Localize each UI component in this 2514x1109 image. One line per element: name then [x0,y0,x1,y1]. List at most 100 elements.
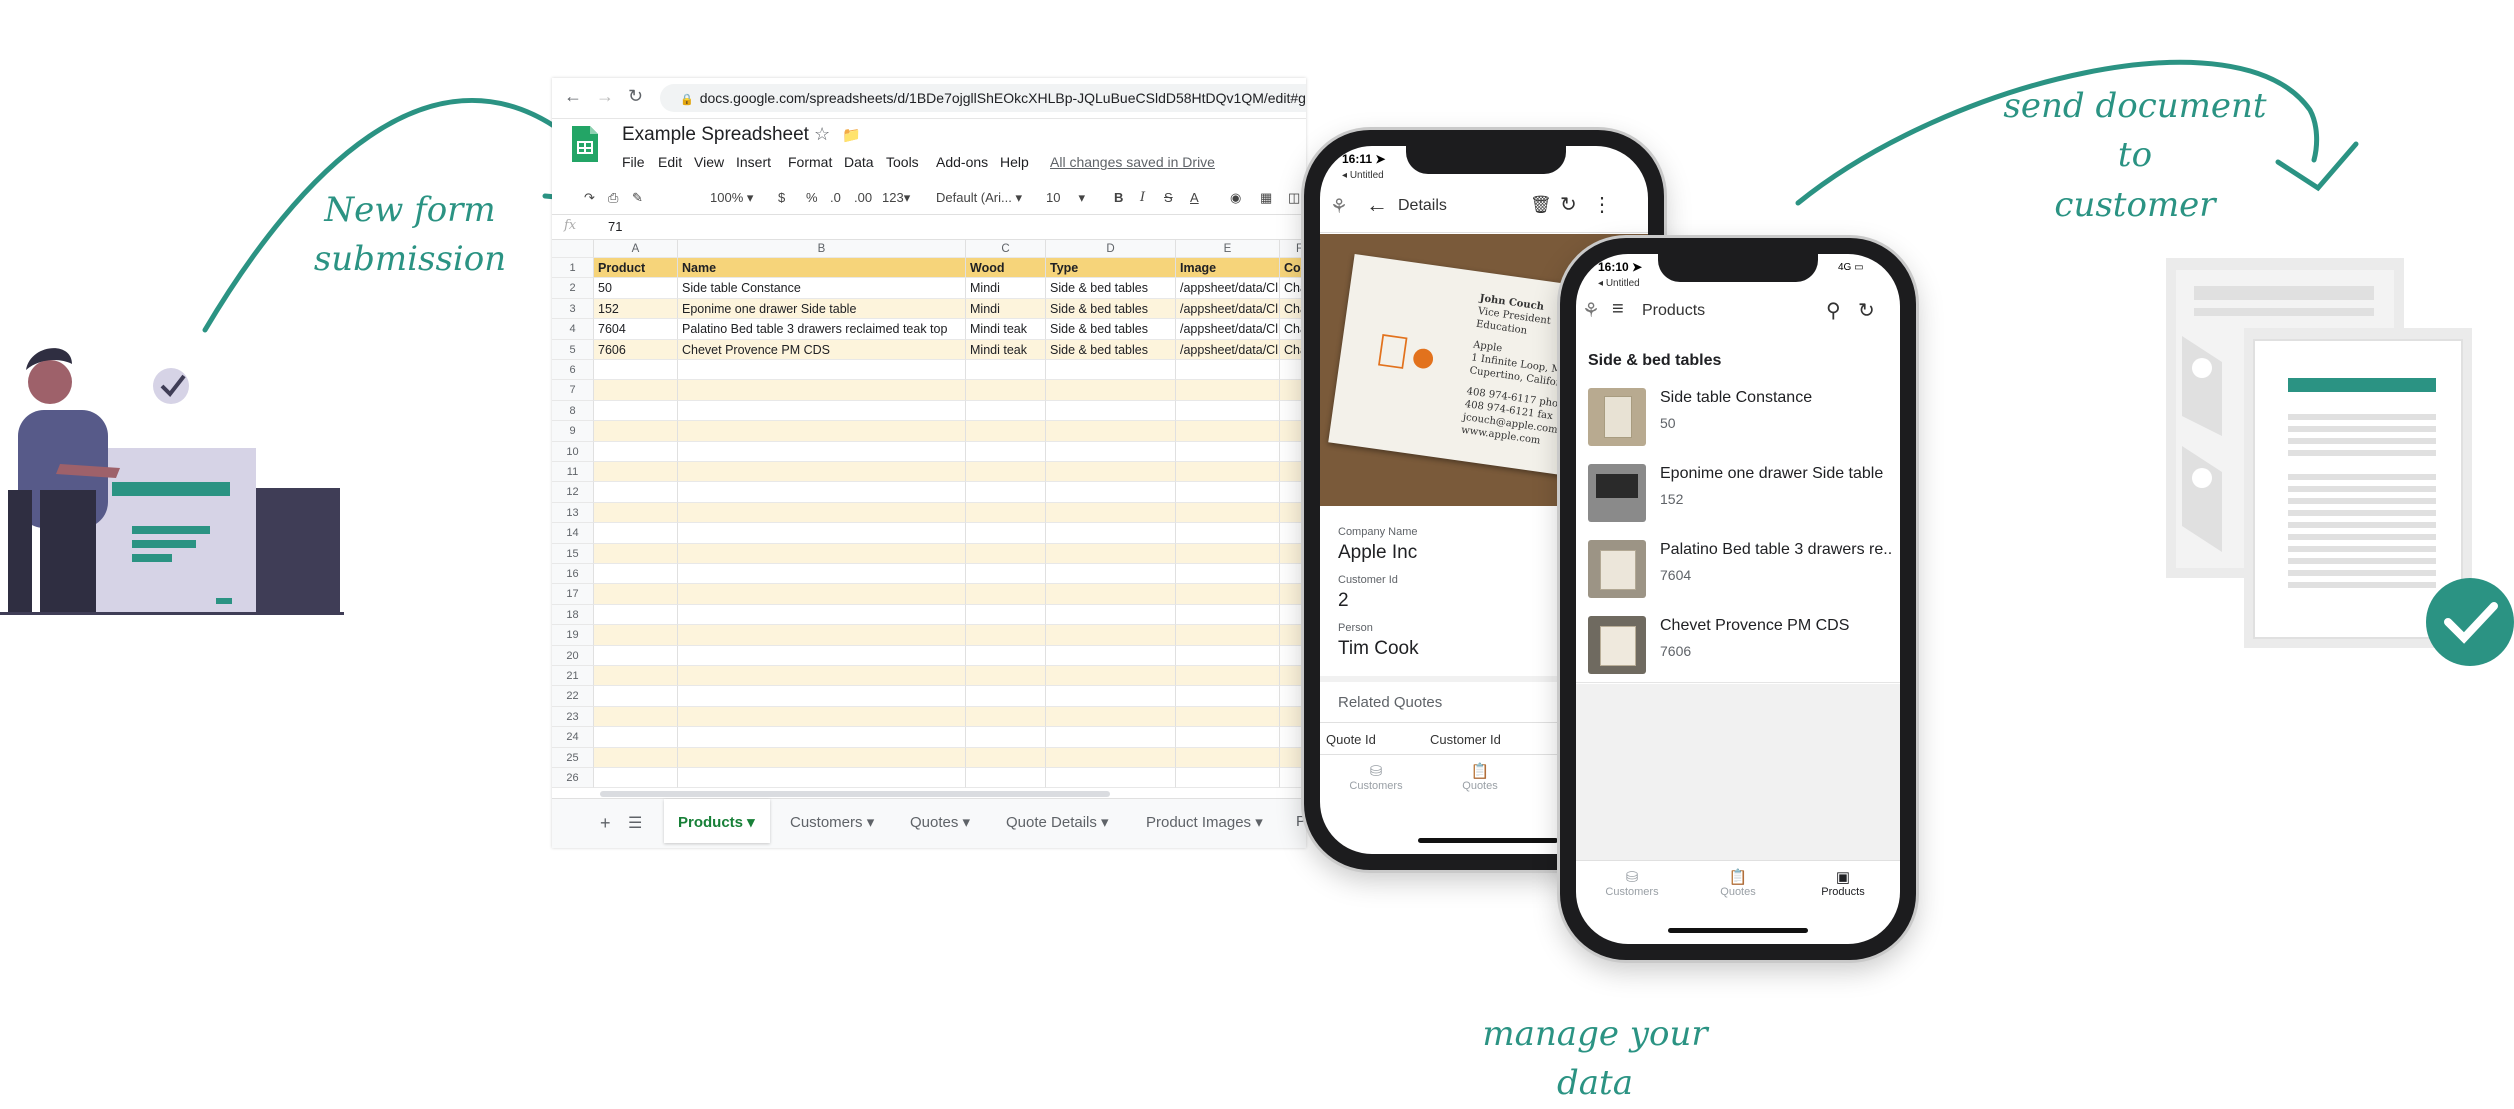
nav-customers[interactable]: ⛁ Customers [1590,868,1674,898]
table-cell[interactable]: /appsheet/data/Cl [1176,319,1280,340]
zoom-select[interactable]: 100% ▾ [710,190,753,206]
row-number[interactable]: 10 [552,441,594,462]
table-cell[interactable] [1176,441,1280,462]
table-cell[interactable] [1176,768,1280,789]
list-item[interactable]: Palatino Bed table 3 drawers re... 7604 [1576,530,1900,607]
table-cell[interactable] [678,686,966,707]
forward-icon[interactable]: → [596,86,614,107]
table-cell[interactable] [1280,604,1306,626]
table-cell[interactable]: Name [678,258,966,279]
table-cell[interactable] [1046,768,1176,789]
table-cell[interactable]: 50 [594,278,678,299]
table-cell[interactable]: Palatino Bed table 3 drawers reclaimed t… [678,319,966,340]
menu-file[interactable]: File [622,154,645,170]
menu-addons[interactable]: Add-ons [936,154,988,170]
table-cell[interactable] [678,482,966,503]
row-number[interactable]: 15 [552,543,594,564]
table-cell[interactable] [594,666,678,687]
table-cell[interactable] [594,543,678,564]
table-cell[interactable] [1176,380,1280,401]
table-cell[interactable] [1176,747,1280,768]
corner-cell[interactable] [552,240,594,258]
table-cell[interactable] [594,360,678,381]
table-cell[interactable] [594,645,678,666]
decrease-decimal-button[interactable]: .0 [830,190,841,205]
table-cell[interactable]: 7606 [594,339,678,360]
table-cell[interactable] [678,462,966,483]
table-cell[interactable]: Col [1280,258,1306,279]
row-number[interactable]: 19 [552,625,594,646]
table-cell[interactable] [966,625,1046,646]
table-cell[interactable] [1280,727,1306,748]
table-cell[interactable] [678,380,966,401]
table-cell[interactable]: Mindi [966,298,1046,320]
table-cell[interactable] [966,482,1046,503]
redo-icon[interactable]: ↷ [584,190,595,206]
table-cell[interactable]: 152 [594,298,678,320]
search-icon[interactable]: ⚲ [1826,298,1841,323]
borders-icon[interactable]: ▦ [1260,190,1272,206]
font-size-select[interactable]: 10 ▾ [1046,190,1085,206]
table-cell[interactable] [966,380,1046,401]
column-header[interactable]: A [594,240,678,258]
table-cell[interactable] [1280,645,1306,666]
bold-button[interactable]: B [1114,190,1123,205]
table-cell[interactable] [1280,462,1306,483]
tab-customers[interactable]: Customers ▾ [790,813,874,831]
save-status-link[interactable]: All changes saved in Drive [1050,154,1215,170]
table-cell[interactable]: Side & bed tables [1046,339,1176,360]
table-cell[interactable] [594,727,678,748]
table-cell[interactable] [966,727,1046,748]
menu-icon[interactable]: ≡ [1612,298,1624,321]
table-cell[interactable]: Chevet Provence PM CDS [678,339,966,360]
table-cell[interactable] [678,502,966,524]
row-number[interactable]: 20 [552,645,594,666]
more-icon[interactable]: ⋮ [1592,192,1612,217]
table-cell[interactable] [1176,666,1280,687]
table-cell[interactable] [966,421,1046,442]
table-cell[interactable] [1280,482,1306,503]
table-cell[interactable] [1046,584,1176,605]
row-number[interactable]: 3 [552,298,594,320]
percent-button[interactable]: % [806,190,818,205]
row-number[interactable]: 13 [552,502,594,524]
table-cell[interactable] [1280,400,1306,422]
back-arrow-icon[interactable]: ← [1366,192,1388,218]
paint-format-icon[interactable]: ✎ [632,190,643,206]
table-cell[interactable] [1046,502,1176,524]
table-cell[interactable]: Wood [966,258,1046,279]
table-cell[interactable] [1176,400,1280,422]
table-cell[interactable] [966,747,1046,768]
table-cell[interactable] [594,380,678,401]
table-cell[interactable] [1280,380,1306,401]
column-header[interactable]: C [966,240,1046,258]
table-cell[interactable] [1046,482,1176,503]
table-cell[interactable] [594,706,678,728]
table-cell[interactable] [1176,462,1280,483]
table-cell[interactable] [966,400,1046,422]
table-cell[interactable] [678,625,966,646]
table-cell[interactable] [678,604,966,626]
table-cell[interactable] [1046,421,1176,442]
table-cell[interactable] [1046,645,1176,666]
font-select[interactable]: Default (Ari... ▾ [936,190,1022,206]
table-cell[interactable] [966,584,1046,605]
table-cell[interactable] [966,502,1046,524]
table-cell[interactable]: Side & bed tables [1046,319,1176,340]
table-cell[interactable] [966,666,1046,687]
row-number[interactable]: 2 [552,278,594,299]
table-cell[interactable] [1176,625,1280,646]
table-cell[interactable] [594,502,678,524]
tab-quotes[interactable]: Quotes ▾ [910,813,970,831]
table-cell[interactable] [1176,502,1280,524]
table-cell[interactable]: Mindi teak [966,319,1046,340]
row-number[interactable]: 25 [552,747,594,768]
table-cell[interactable] [966,645,1046,666]
related-col-customer-id[interactable]: Customer Id [1430,732,1501,747]
table-cell[interactable] [966,441,1046,462]
row-number[interactable]: 18 [552,604,594,626]
row-number[interactable]: 22 [552,686,594,707]
column-header[interactable]: E [1176,240,1280,258]
row-number[interactable]: 7 [552,380,594,401]
table-cell[interactable] [678,421,966,442]
